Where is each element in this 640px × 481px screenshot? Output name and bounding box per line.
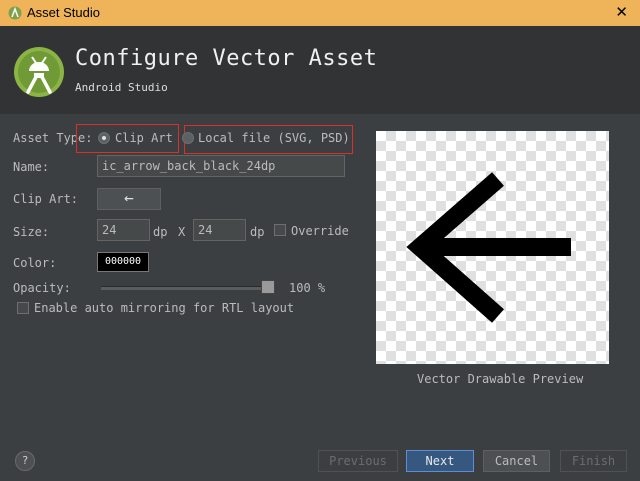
- clip-art-option-label[interactable]: Clip Art: [115, 131, 173, 145]
- name-label: Name:: [13, 160, 50, 174]
- wizard-header: Configure Vector Asset Android Studio: [0, 26, 640, 114]
- title-bar: Asset Studio ✕: [0, 0, 640, 26]
- opacity-slider-track[interactable]: [101, 286, 268, 290]
- clip-art-picker-button[interactable]: ←: [97, 188, 161, 210]
- override-label[interactable]: Override: [291, 224, 349, 238]
- next-button[interactable]: Next: [406, 450, 474, 472]
- size-width-input[interactable]: 24: [97, 219, 150, 241]
- override-checkbox[interactable]: [274, 224, 286, 236]
- color-picker-button[interactable]: 000000: [97, 252, 149, 272]
- close-icon[interactable]: ✕: [615, 3, 628, 21]
- vector-preview: [376, 131, 609, 364]
- size-height-unit: dp: [250, 225, 265, 239]
- clip-art-label: Clip Art:: [13, 192, 79, 206]
- color-label: Color:: [13, 256, 57, 270]
- auto-mirroring-checkbox[interactable]: [17, 302, 29, 314]
- cancel-button[interactable]: Cancel: [483, 450, 550, 472]
- preview-caption: Vector Drawable Preview: [417, 372, 584, 386]
- page-subtitle: Android Studio: [75, 81, 168, 94]
- help-button[interactable]: ?: [15, 451, 35, 471]
- page-title: Configure Vector Asset: [75, 46, 378, 71]
- local-file-radio[interactable]: [182, 132, 194, 144]
- arrow-back-icon: [406, 172, 571, 323]
- size-height-input[interactable]: 24: [193, 219, 246, 241]
- finish-button[interactable]: Finish: [560, 450, 627, 472]
- opacity-value: 100 %: [289, 281, 326, 295]
- size-separator: X: [178, 225, 186, 239]
- local-file-option-label[interactable]: Local file (SVG, PSD): [198, 131, 350, 145]
- name-input[interactable]: ic_arrow_back_black_24dp: [97, 155, 345, 177]
- auto-mirroring-label[interactable]: Enable auto mirroring for RTL layout: [34, 301, 294, 315]
- android-studio-icon: [8, 6, 22, 20]
- size-width-unit: dp: [153, 225, 168, 239]
- arrow-back-icon: ←: [124, 188, 134, 207]
- android-studio-logo: [14, 47, 64, 97]
- opacity-label: Opacity:: [13, 281, 71, 295]
- size-label: Size:: [13, 225, 50, 239]
- window-title: Asset Studio: [27, 5, 100, 20]
- clip-art-radio[interactable]: [98, 132, 110, 144]
- opacity-slider-thumb[interactable]: [261, 280, 275, 294]
- previous-button[interactable]: Previous: [318, 450, 398, 472]
